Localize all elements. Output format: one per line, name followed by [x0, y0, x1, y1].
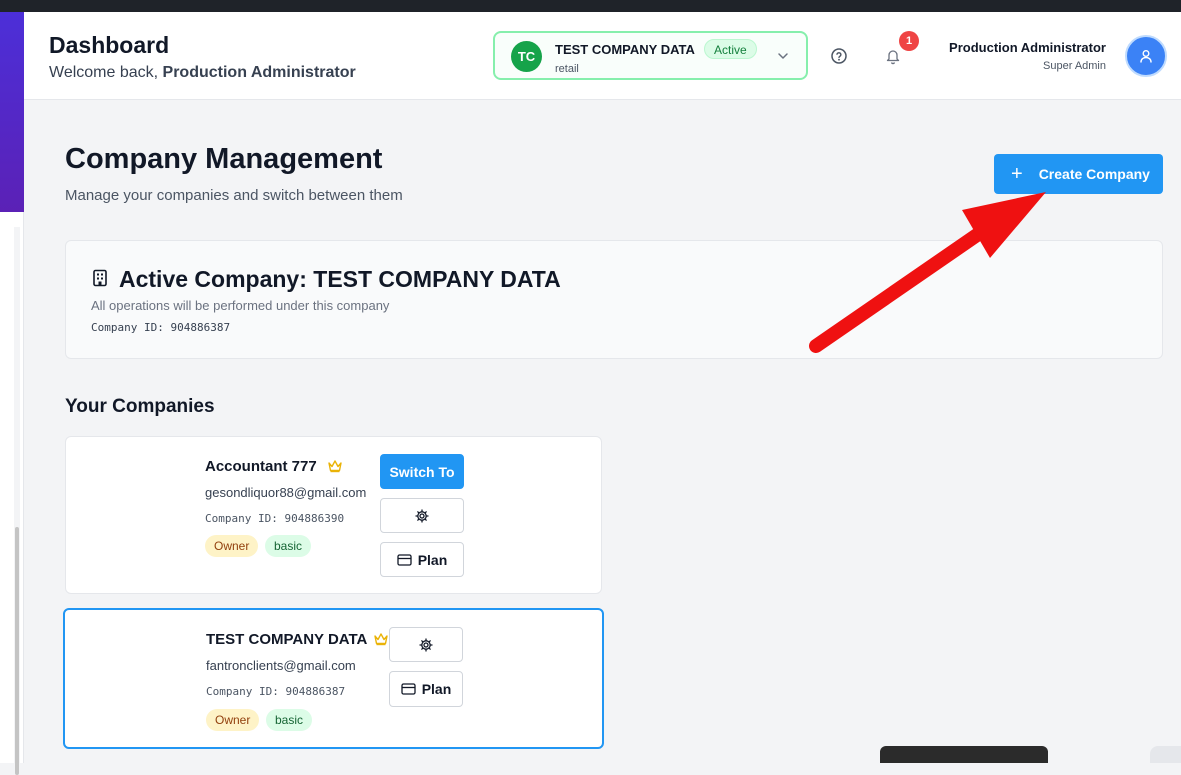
- settings-button[interactable]: [380, 498, 464, 533]
- top-header: Dashboard Welcome back, Production Admin…: [24, 12, 1181, 100]
- header-title: Dashboard: [49, 32, 170, 58]
- welcome-message: Welcome back, Production Administrator: [49, 64, 356, 82]
- company-email: fantronclients@gmail.com: [206, 658, 356, 673]
- credit-card-icon: [397, 553, 412, 566]
- sidebar-brand-area: [0, 12, 24, 212]
- company-id: Company ID: 904886390: [205, 512, 345, 525]
- taskbar-fragment: [880, 746, 1048, 763]
- user-name: Production Administrator: [949, 40, 1106, 55]
- company-name: Accountant 777: [205, 458, 317, 475]
- company-avatar: TC: [511, 41, 542, 72]
- active-company-card: Active Company: TEST COMPANY DATA All op…: [65, 240, 1163, 359]
- help-icon[interactable]: [830, 47, 848, 65]
- company-card: Accountant 777 gesondliquor88@gmail.com …: [65, 436, 602, 594]
- welcome-name: Production Administrator: [162, 64, 356, 81]
- plan-tag: basic: [266, 709, 313, 731]
- plan-button[interactable]: Plan: [380, 542, 464, 577]
- settings-button[interactable]: [389, 627, 463, 662]
- active-company-id: Company ID: 904886387: [91, 321, 231, 334]
- company-id: Company ID: 904886387: [206, 685, 346, 698]
- welcome-prefix: Welcome back,: [49, 64, 159, 81]
- user-role: Super Admin: [1043, 60, 1106, 72]
- switch-to-button[interactable]: Switch To: [380, 454, 464, 489]
- building-icon: [93, 269, 107, 287]
- status-badge: Active: [704, 39, 757, 59]
- window-controls-fragment: [1158, 0, 1181, 12]
- active-company-title: Active Company: TEST COMPANY DATA: [119, 266, 561, 292]
- company-email: gesondliquor88@gmail.com: [205, 485, 367, 500]
- role-tag: Owner: [206, 709, 260, 731]
- plan-button-label: Plan: [421, 681, 452, 697]
- page-title: Company Management: [65, 143, 383, 175]
- plan-button[interactable]: Plan: [389, 671, 463, 707]
- chevron-down-icon: [778, 53, 788, 59]
- sidebar: [0, 12, 24, 775]
- gear-icon: [415, 508, 429, 523]
- role-tag: Owner: [205, 535, 259, 557]
- gear-icon: [419, 637, 433, 652]
- crown-icon: [328, 460, 342, 473]
- sidebar-scrollbar-thumb[interactable]: [15, 527, 19, 775]
- plus-icon: +: [1011, 163, 1023, 185]
- create-company-label: Create Company: [1038, 166, 1150, 182]
- your-companies-heading: Your Companies: [65, 396, 215, 417]
- bell-icon[interactable]: [885, 48, 901, 65]
- user-avatar[interactable]: [1125, 35, 1167, 77]
- page-subtitle: Manage your companies and switch between…: [65, 187, 403, 204]
- company-switcher[interactable]: TC TEST COMPANY DATA Active retail: [493, 31, 808, 80]
- user-icon: [1140, 50, 1152, 63]
- credit-card-icon: [401, 683, 416, 695]
- create-company-button[interactable]: + Create Company: [994, 154, 1163, 194]
- company-name: TEST COMPANY DATA: [206, 631, 368, 648]
- window-top-strip: [0, 0, 1181, 12]
- company-switcher-name: TEST COMPANY DATA: [555, 42, 695, 57]
- plan-button-label: Plan: [417, 551, 448, 568]
- corner-widget-fragment: [1150, 746, 1181, 763]
- plan-tag: basic: [265, 535, 312, 557]
- active-company-description: All operations will be performed under t…: [91, 298, 390, 313]
- crown-icon: [374, 633, 388, 646]
- company-card-active: TEST COMPANY DATA fantronclients@gmail.c…: [63, 608, 604, 749]
- company-type: retail: [555, 63, 579, 75]
- notification-count-badge: 1: [899, 31, 919, 51]
